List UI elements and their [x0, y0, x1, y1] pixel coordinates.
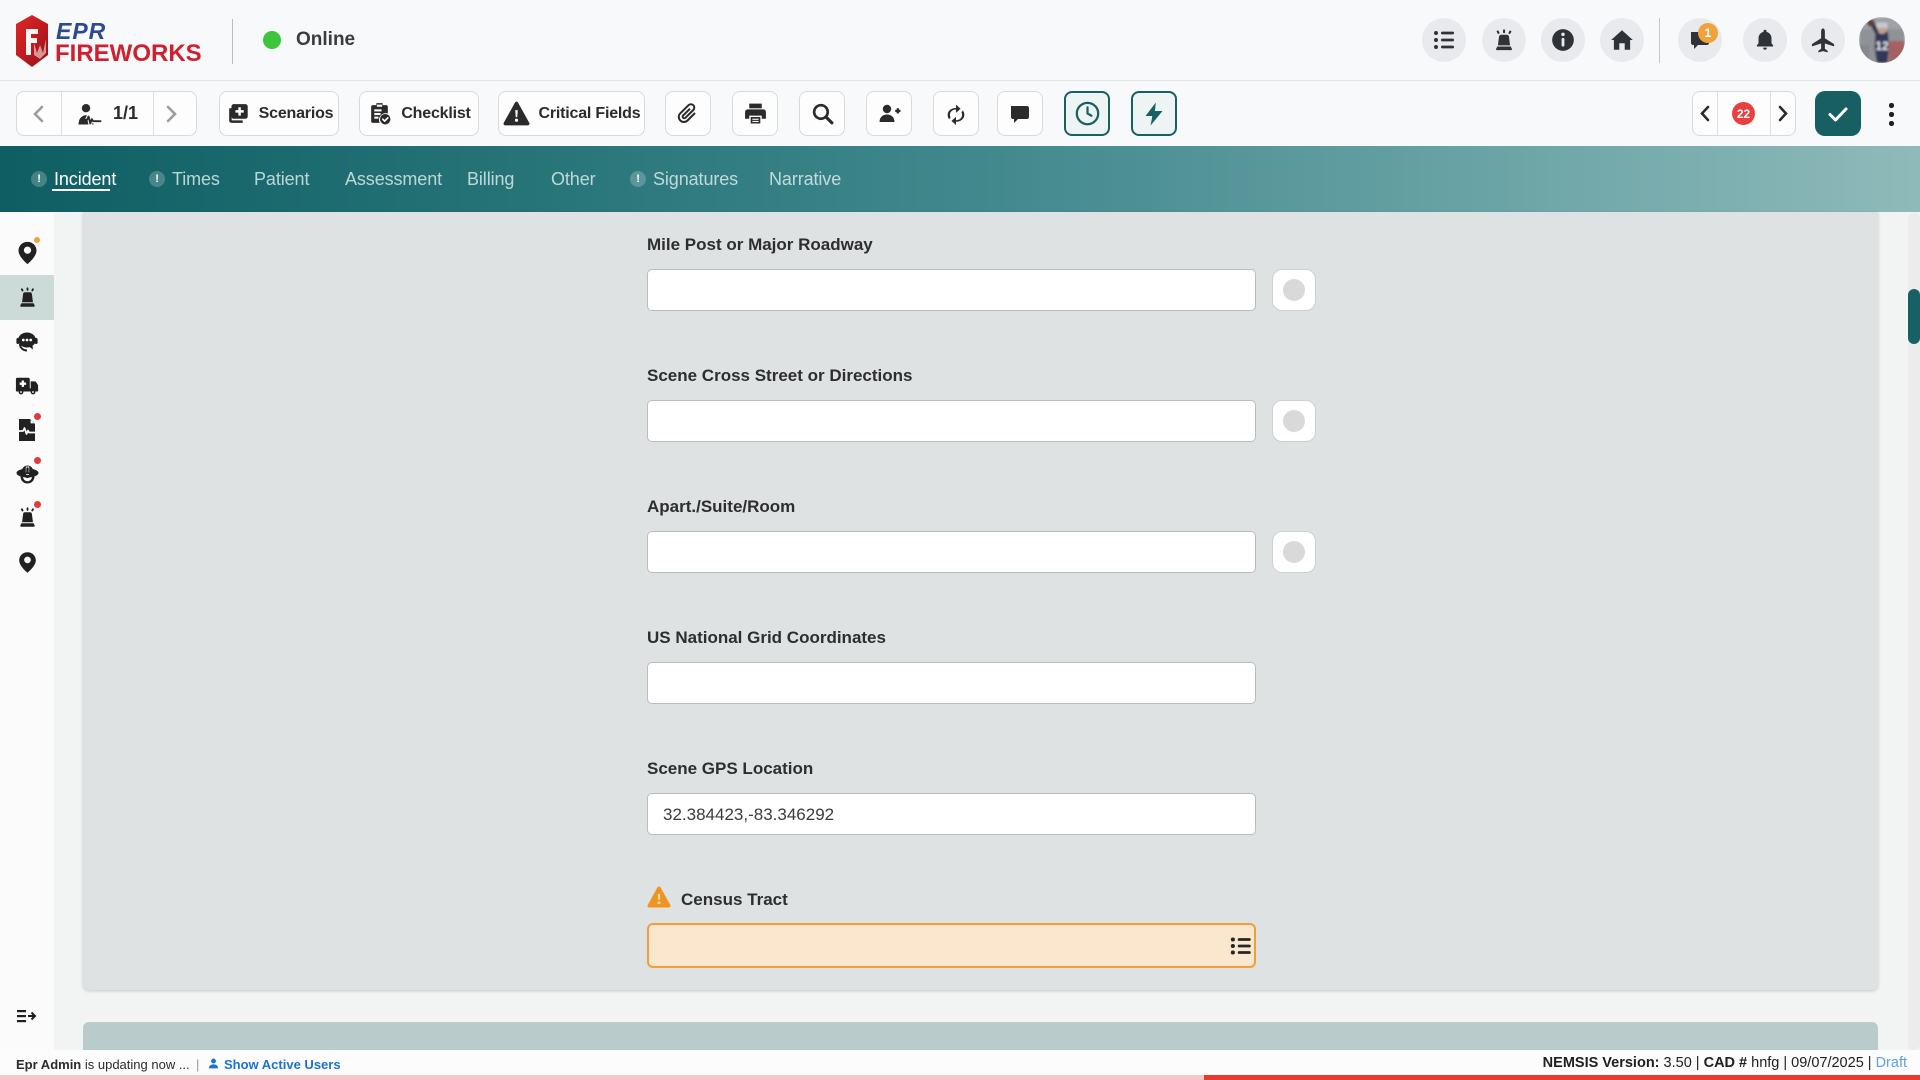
- svg-text:12: 12: [1875, 39, 1889, 53]
